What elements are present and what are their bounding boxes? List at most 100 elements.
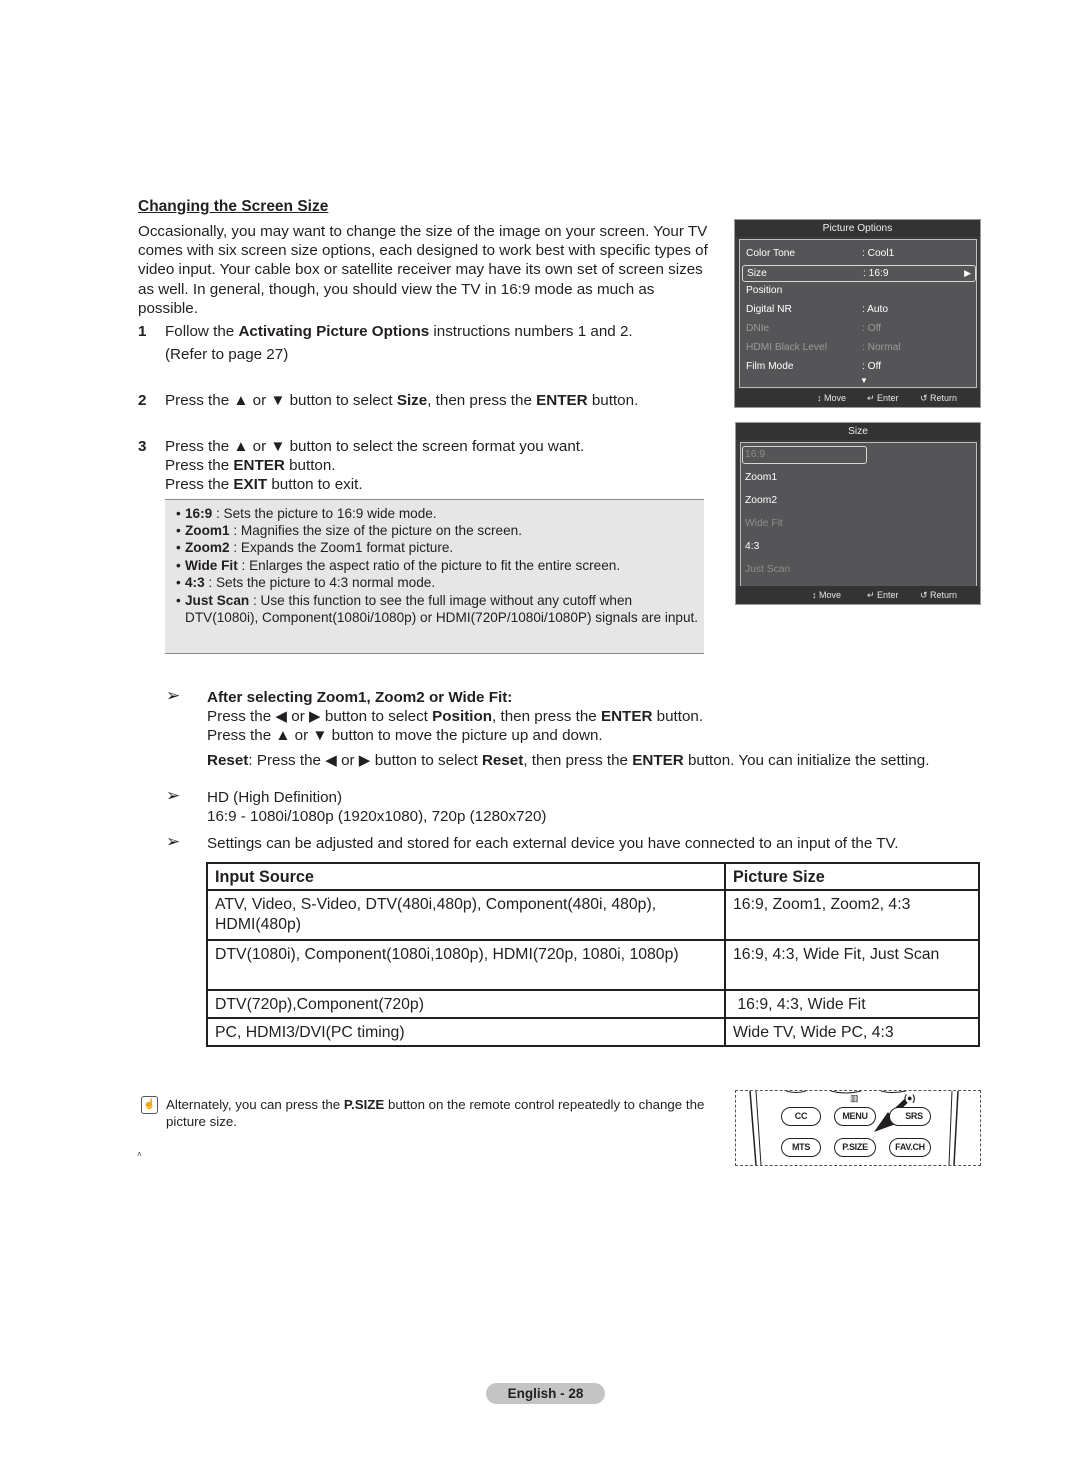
tip-text: Alternately, you can press the P.SIZE bu… xyxy=(166,1096,726,1130)
step-3: 3 Press the ▲ or ▼ button to select the … xyxy=(138,437,708,495)
remote-button-srs[interactable]: SRS xyxy=(889,1107,931,1126)
desc-text: : Magnifies the size of the picture on t… xyxy=(229,523,522,539)
menu-item-size[interactable]: Size: 16:9 ▶ xyxy=(742,265,976,282)
desc-text: : Enlarges the aspect ratio of the pictu… xyxy=(237,557,621,573)
step-number: 3 xyxy=(138,438,147,455)
menu-item-label: Color Tone xyxy=(746,248,796,259)
note-hd: HD (High Definition) 16:9 - 1080i/1080p … xyxy=(207,788,987,826)
menu-footer: ↕ Move ↵ Enter ↺ Return xyxy=(736,586,980,604)
step-2: 2 Press the ▲ or ▼ button to select Size… xyxy=(138,391,708,410)
step-text: (Refer to page 27) xyxy=(165,346,289,364)
menu-item-label: Size xyxy=(747,268,767,279)
menu-item-digital-nr[interactable]: Digital NR : Auto xyxy=(742,302,976,318)
size-option-zoom1[interactable]: Zoom1 xyxy=(745,470,777,486)
srs-glyph-icon: (●) xyxy=(904,1093,916,1103)
desc-term: Just Scan xyxy=(185,593,250,609)
table-header-row: Input Source Picture Size xyxy=(206,862,980,891)
desc-text: : Sets the picture to 4:3 normal mode. xyxy=(204,574,436,590)
table-cell: Wide TV, Wide PC, 4:3 xyxy=(724,1017,980,1047)
table-cell: ATV, Video, S-Video, DTV(480i,480p), Com… xyxy=(206,889,726,941)
remote-button-menu[interactable]: MENU xyxy=(834,1107,876,1126)
step-bold: Activating Picture Options xyxy=(238,323,430,340)
stray-mark: ˄ xyxy=(137,1150,142,1159)
step-text: button to exit. xyxy=(267,476,363,494)
desc-item: Just Scan : Use this function to see the… xyxy=(176,592,704,626)
size-menu: Size 16:9 Zoom1 Zoom2 Wide Fit 4:3 Just … xyxy=(735,422,981,605)
column-header: Picture Size xyxy=(724,862,980,891)
enter-hint: ↵ Enter xyxy=(867,590,899,600)
note-bold: Reset xyxy=(481,751,524,769)
step-bold: ENTER xyxy=(536,392,588,409)
menu-item-value: : Cool1 xyxy=(862,248,895,259)
menu-item-color-tone[interactable]: Color Tone : Cool1 xyxy=(742,246,976,262)
note-arrow-icon: ➢ xyxy=(166,686,181,705)
step-bold: EXIT xyxy=(233,476,268,494)
desc-text: : Expands the Zoom1 format picture. xyxy=(229,540,454,556)
desc-term: Zoom1 xyxy=(185,523,230,539)
remote-button-favch[interactable]: FAV.CH xyxy=(889,1138,931,1157)
menu-glyph-icon: ▥ xyxy=(850,1093,859,1103)
menu-item-value: : Off xyxy=(862,323,882,334)
return-hint: ↺ Return xyxy=(920,590,958,600)
hand-pointer-icon: ☝ xyxy=(141,1096,158,1114)
step-number: 1 xyxy=(138,323,147,340)
column-header: Input Source xyxy=(206,862,726,891)
intro-paragraph: Occasionally, you may want to change the… xyxy=(138,223,708,317)
table-cell: 16:9, Zoom1, Zoom2, 4:3 xyxy=(724,889,980,941)
desc-text: : Use this function to see the full imag… xyxy=(185,593,699,626)
remote-illustration: ▥ (●) CC MENU SRS MTS P.SIZE FAV.CH xyxy=(735,1090,981,1166)
note-text: HD (High Definition) xyxy=(207,789,343,806)
size-option-zoom2[interactable]: Zoom2 xyxy=(745,493,777,509)
note-text: button. You can initialize the setting. xyxy=(683,751,930,769)
desc-item: Zoom1 : Magnifies the size of the pictur… xyxy=(176,522,704,539)
table-cell: 16:9, 4:3, Wide Fit xyxy=(724,989,980,1019)
size-descriptions-box: 16:9 : Sets the picture to 16:9 wide mod… xyxy=(165,499,704,654)
menu-item-film-mode[interactable]: Film Mode : Off xyxy=(742,359,976,375)
step-text: Press the xyxy=(165,457,234,475)
menu-item-value: : Off xyxy=(862,361,882,372)
note-text: , then press the xyxy=(492,708,601,726)
desc-item: Wide Fit : Enlarges the aspect ratio of … xyxy=(176,557,704,574)
enter-hint: ↵ Enter xyxy=(867,393,899,403)
menu-item-value: : Normal xyxy=(862,342,901,353)
step-text: Press the ▲ or ▼ button to select the sc… xyxy=(165,438,585,455)
step-number: 2 xyxy=(138,392,147,409)
desc-text: : Sets the picture to 16:9 wide mode. xyxy=(212,506,437,521)
section-title: Changing the Screen Size xyxy=(138,198,329,215)
size-option-just-scan: Just Scan xyxy=(745,564,791,575)
remote-button-mts[interactable]: MTS xyxy=(781,1138,821,1157)
menu-item-label: Digital NR xyxy=(746,304,792,315)
table-row: DTV(720p),Component(720p) 16:9, 4:3, Wid… xyxy=(206,989,980,1019)
step-text: Press the ▲ or ▼ button to select xyxy=(165,392,397,409)
menu-item-label: Film Mode xyxy=(746,361,794,372)
step-bold: ENTER xyxy=(233,457,285,475)
menu-title: Size xyxy=(736,423,980,440)
menu-item-dnie: DNIe : Off xyxy=(742,321,976,337)
table-cell: DTV(720p),Component(720p) xyxy=(206,989,726,1019)
table-cell: 16:9, 4:3, Wide Fit, Just Scan xyxy=(724,939,980,991)
table-row: ATV, Video, S-Video, DTV(480i,480p), Com… xyxy=(206,889,980,941)
desc-item: 16:9 : Sets the picture to 16:9 wide mod… xyxy=(176,505,704,522)
menu-item-label: DNIe xyxy=(746,323,770,334)
remote-button-psize[interactable]: P.SIZE xyxy=(834,1138,876,1157)
step-text: Follow the xyxy=(165,323,239,340)
menu-item-value: : Auto xyxy=(862,304,889,315)
step-text: button. xyxy=(587,392,639,409)
submenu-arrow-icon: ▶ xyxy=(964,268,971,278)
size-option-4-3[interactable]: 4:3 xyxy=(745,539,759,555)
step-text: , then press the xyxy=(427,392,537,409)
table-cell: DTV(1080i), Component(1080i,1080p), HDMI… xyxy=(206,939,726,991)
tip-bold: P.SIZE xyxy=(343,1097,385,1112)
note-zoom-position: After selecting Zoom1, Zoom2 or Wide Fit… xyxy=(207,688,987,770)
desc-term: Zoom2 xyxy=(185,540,230,556)
note-arrow-icon: ➢ xyxy=(166,786,181,805)
table-row: DTV(1080i), Component(1080i,1080p), HDMI… xyxy=(206,939,980,991)
move-hint: ↕ Move xyxy=(812,590,842,600)
menu-item-position[interactable]: Position xyxy=(742,283,976,299)
step-bold: Size xyxy=(396,392,428,409)
menu-item-hdmi-black-level: HDMI Black Level: Normal xyxy=(742,340,976,356)
remote-button-cc[interactable]: CC xyxy=(781,1107,821,1126)
input-source-table: Input Source Picture Size ATV, Video, S-… xyxy=(206,862,980,1047)
size-option-16-9[interactable]: 16:9 xyxy=(745,447,765,463)
note-bold: Position xyxy=(432,708,493,726)
